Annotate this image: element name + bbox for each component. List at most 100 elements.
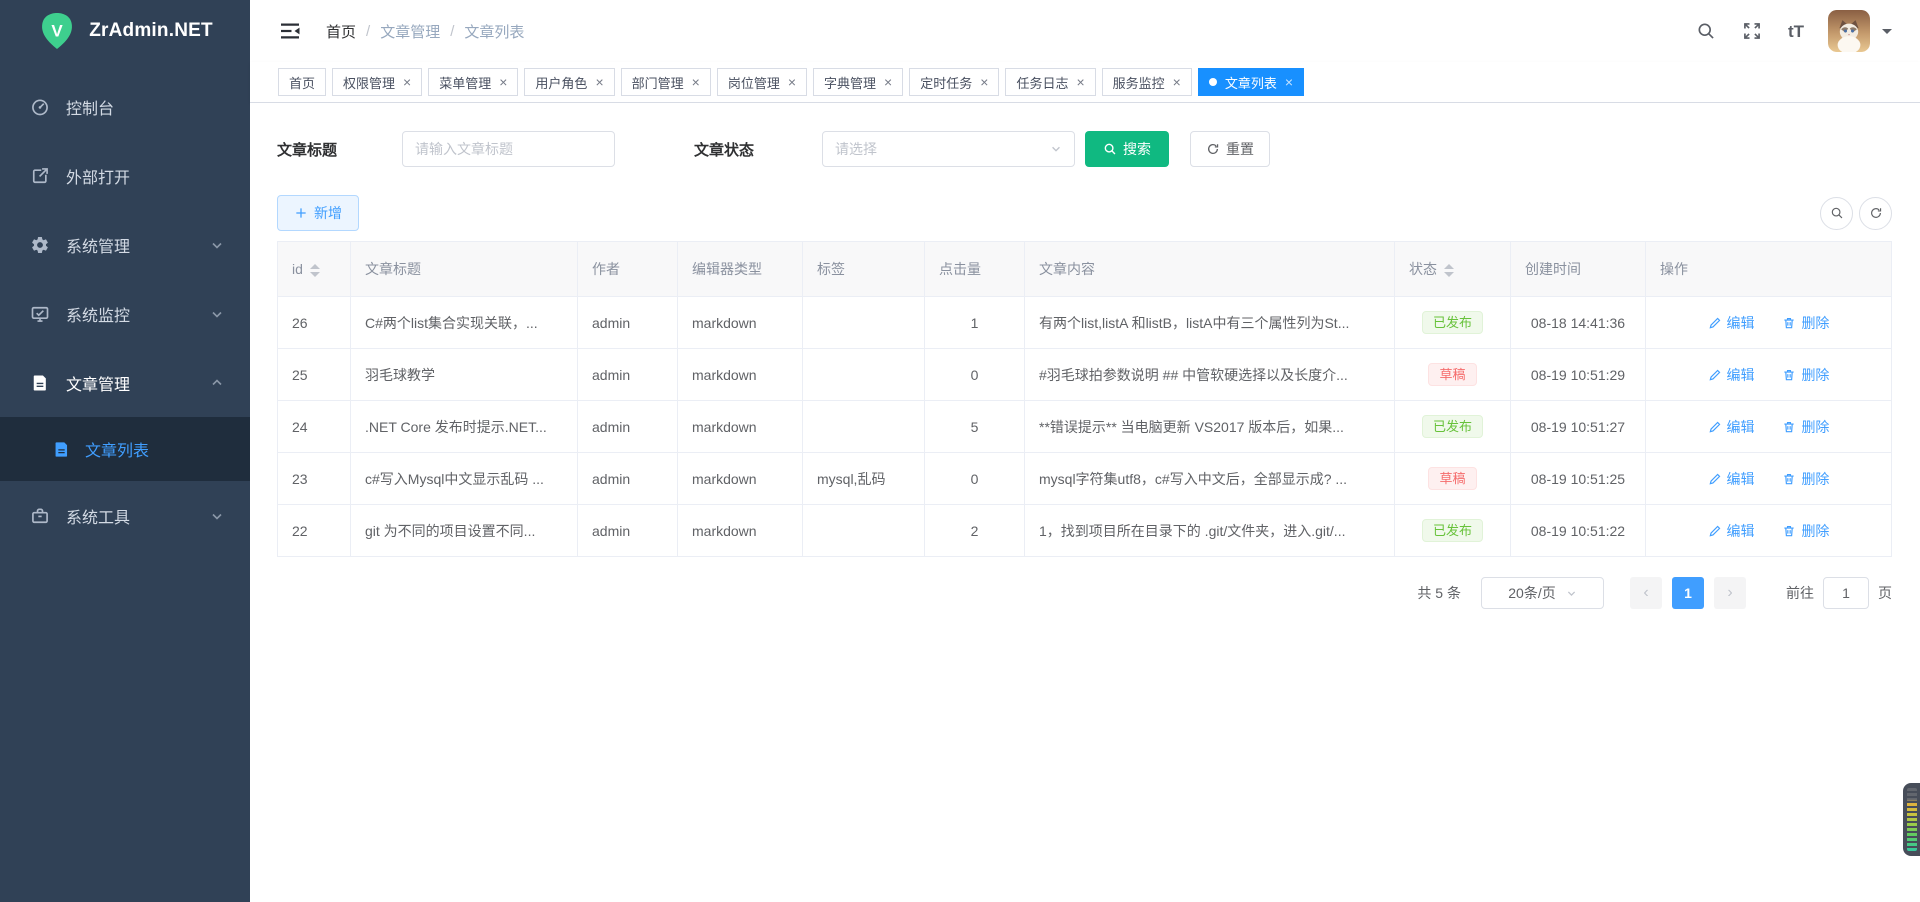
sidebar-item-article-list[interactable]: 文章列表 bbox=[0, 417, 250, 481]
tab-user-role[interactable]: 用户角色× bbox=[524, 68, 614, 96]
edit-button[interactable]: 编辑 bbox=[1708, 469, 1755, 489]
col-header-status[interactable]: 状态 bbox=[1395, 242, 1511, 297]
sidebar-item-system-admin[interactable]: 系统管理 bbox=[0, 210, 250, 279]
pencil-icon bbox=[1708, 420, 1722, 434]
sort-icon[interactable] bbox=[310, 264, 320, 277]
cell-title: .NET Core 发布时提示.NET... bbox=[351, 401, 578, 453]
close-icon[interactable]: × bbox=[1285, 75, 1293, 89]
tab-menu-admin[interactable]: 菜单管理× bbox=[428, 68, 518, 96]
status-badge: 草稿 bbox=[1428, 363, 1476, 386]
tab-service-monitor[interactable]: 服务监控× bbox=[1102, 68, 1192, 96]
avatar[interactable] bbox=[1828, 10, 1870, 52]
sidebar-item-system-tools[interactable]: 系统工具 bbox=[0, 481, 250, 550]
close-icon[interactable]: × bbox=[403, 75, 411, 89]
cell-status: 已发布 bbox=[1395, 401, 1511, 453]
tab-cron-task[interactable]: 定时任务× bbox=[909, 68, 999, 96]
delete-button[interactable]: 删除 bbox=[1782, 417, 1829, 437]
search-icon[interactable] bbox=[1696, 21, 1716, 41]
close-icon[interactable]: × bbox=[595, 75, 603, 89]
tab-article-list[interactable]: 文章列表× bbox=[1198, 68, 1304, 96]
tab-post-admin[interactable]: 岗位管理× bbox=[717, 68, 807, 96]
refresh-table-button[interactable] bbox=[1859, 197, 1892, 230]
font-size-icon[interactable]: tT bbox=[1788, 23, 1804, 40]
cell-clicks: 5 bbox=[925, 401, 1025, 453]
sidebar-item-article-admin[interactable]: 文章管理 bbox=[0, 348, 250, 417]
article-title-input[interactable] bbox=[402, 131, 615, 167]
page-size-select[interactable]: 20条/页 bbox=[1481, 577, 1604, 609]
cell-editor: markdown bbox=[678, 453, 803, 505]
trash-icon bbox=[1782, 316, 1796, 330]
edit-button[interactable]: 编辑 bbox=[1708, 313, 1755, 333]
sidebar-item-external[interactable]: 外部打开 bbox=[0, 141, 250, 210]
page-number-current[interactable]: 1 bbox=[1672, 577, 1704, 609]
trash-icon bbox=[1782, 472, 1796, 486]
cell-clicks: 0 bbox=[925, 349, 1025, 401]
sidebar-item-system-monitor[interactable]: 系统监控 bbox=[0, 279, 250, 348]
cell-created: 08-19 10:51:22 bbox=[1511, 505, 1646, 557]
search-button[interactable]: 搜索 bbox=[1085, 131, 1169, 167]
close-icon[interactable]: × bbox=[1076, 75, 1084, 89]
close-icon[interactable]: × bbox=[1173, 75, 1181, 89]
tab-home[interactable]: 首页 bbox=[278, 68, 326, 96]
edit-button[interactable]: 编辑 bbox=[1708, 417, 1755, 437]
chevron-down-icon bbox=[210, 509, 224, 523]
close-icon[interactable]: × bbox=[980, 75, 988, 89]
col-header-title: 文章标题 bbox=[351, 242, 578, 297]
add-button[interactable]: 新增 bbox=[277, 195, 359, 231]
table-row: 22 git 为不同的项目设置不同... admin markdown 2 1，… bbox=[278, 505, 1892, 557]
cell-created: 08-19 10:51:25 bbox=[1511, 453, 1646, 505]
close-icon[interactable]: × bbox=[884, 75, 892, 89]
article-status-select[interactable]: 请选择 bbox=[822, 131, 1075, 167]
cell-status: 已发布 bbox=[1395, 505, 1511, 557]
status-badge: 草稿 bbox=[1428, 467, 1476, 490]
delete-button[interactable]: 删除 bbox=[1782, 365, 1829, 385]
delete-button[interactable]: 删除 bbox=[1782, 313, 1829, 333]
next-page-button[interactable]: › bbox=[1714, 577, 1746, 609]
tab-dict-admin[interactable]: 字典管理× bbox=[813, 68, 903, 96]
delete-button[interactable]: 删除 bbox=[1782, 469, 1829, 489]
reset-button[interactable]: 重置 bbox=[1190, 131, 1270, 167]
breadcrumb-article-admin[interactable]: 文章管理 bbox=[380, 21, 440, 42]
fullscreen-icon[interactable] bbox=[1742, 21, 1762, 41]
caret-down-icon[interactable] bbox=[1882, 29, 1892, 39]
sidebar-item-dashboard[interactable]: 控制台 bbox=[0, 72, 250, 141]
goto-page-input[interactable] bbox=[1823, 577, 1869, 609]
edit-button[interactable]: 编辑 bbox=[1708, 365, 1755, 385]
tab-perm-admin[interactable]: 权限管理× bbox=[332, 68, 422, 96]
cell-content: #羽毛球拍参数说明 ## 中管软硬选择以及长度介... bbox=[1025, 349, 1395, 401]
edit-button[interactable]: 编辑 bbox=[1708, 521, 1755, 541]
cell-author: admin bbox=[578, 505, 678, 557]
col-header-editor: 编辑器类型 bbox=[678, 242, 803, 297]
status-badge: 已发布 bbox=[1422, 311, 1483, 334]
table-row: 25 羽毛球教学 admin markdown 0 #羽毛球拍参数说明 ## 中… bbox=[278, 349, 1892, 401]
close-icon[interactable]: × bbox=[692, 75, 700, 89]
close-icon[interactable]: × bbox=[499, 75, 507, 89]
cell-content: **错误提示** 当电脑更新 VS2017 版本后，如果... bbox=[1025, 401, 1395, 453]
col-header-author: 作者 bbox=[578, 242, 678, 297]
chevron-up-icon bbox=[210, 376, 224, 390]
sidebar-fold-icon[interactable] bbox=[278, 19, 302, 43]
main-area: 首页 / 文章管理 / 文章列表 tT bbox=[250, 0, 1920, 902]
document-icon bbox=[52, 440, 71, 459]
breadcrumb-home[interactable]: 首页 bbox=[326, 21, 356, 42]
cell-id: 26 bbox=[278, 297, 351, 349]
tab-task-log[interactable]: 任务日志× bbox=[1005, 68, 1095, 96]
breadcrumb-separator: / bbox=[366, 23, 370, 40]
cell-created: 08-19 10:51:29 bbox=[1511, 349, 1646, 401]
filter-form: 文章标题 文章状态 请选择 搜索 重置 bbox=[277, 131, 1892, 167]
tab-dept-admin[interactable]: 部门管理× bbox=[621, 68, 711, 96]
logo-icon: V bbox=[37, 11, 77, 51]
close-icon[interactable]: × bbox=[788, 75, 796, 89]
prev-page-button[interactable]: ‹ bbox=[1630, 577, 1662, 609]
sort-icon[interactable] bbox=[1444, 264, 1454, 277]
delete-button[interactable]: 删除 bbox=[1782, 521, 1829, 541]
pencil-icon bbox=[1708, 472, 1722, 486]
sidebar-item-label: 系统管理 bbox=[66, 233, 210, 257]
col-header-id[interactable]: id bbox=[278, 242, 351, 297]
col-header-created: 创建时间 bbox=[1511, 242, 1646, 297]
cell-title: 羽毛球教学 bbox=[351, 349, 578, 401]
sidebar: V ZrAdmin.NET 控制台 外部打开 系统管理 bbox=[0, 0, 250, 902]
cell-status: 已发布 bbox=[1395, 297, 1511, 349]
show-search-button[interactable] bbox=[1820, 197, 1853, 230]
table-header-row: id 文章标题 作者 编辑器类型 标签 点击量 文章内容 状态 创建时间 操作 bbox=[278, 242, 1892, 297]
